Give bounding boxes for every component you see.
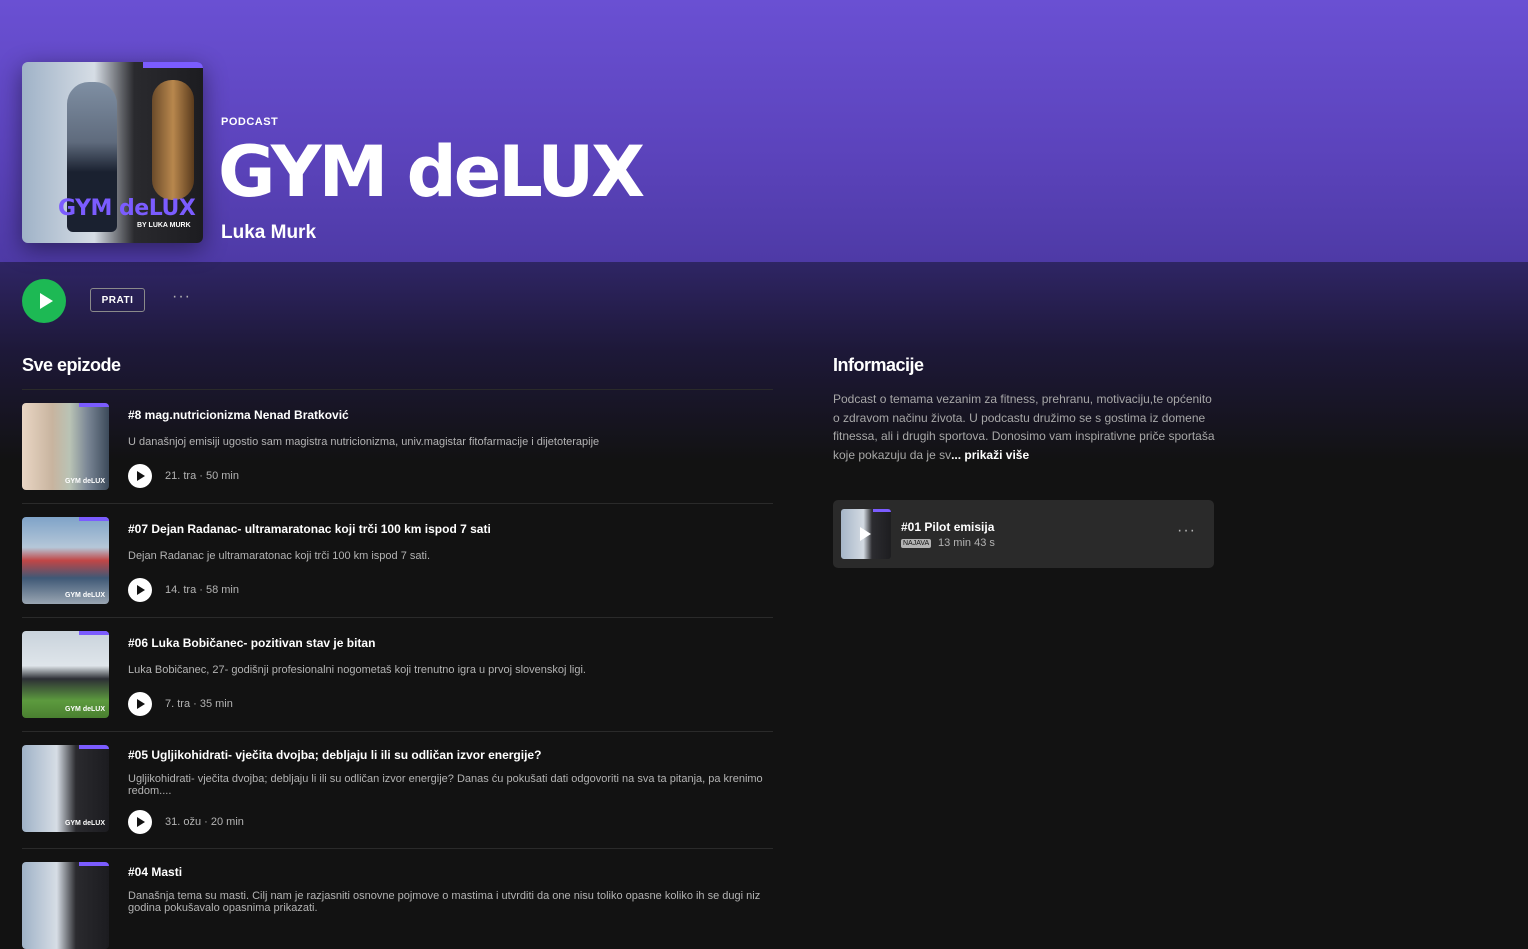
episode-thumbnail: GYM deLUX xyxy=(22,745,109,832)
thumbnail-accent xyxy=(79,862,109,866)
episode-thumbnail: GYM deLUX xyxy=(22,403,109,490)
episode-thumbnail xyxy=(22,862,109,949)
episode-row[interactable]: GYM deLUX #06 Luka Bobičanec- pozitivan … xyxy=(22,617,773,731)
play-icon xyxy=(137,817,145,827)
thumbnail-accent xyxy=(79,403,109,407)
episode-meta: 14. tra · 58 min xyxy=(165,584,239,596)
featured-episode-card[interactable]: #01 Pilot emisija NAJAVA 13 min 43 s ··· xyxy=(833,500,1214,568)
cover-accent-bar xyxy=(143,62,203,68)
podcast-title: GYM deLUX xyxy=(218,131,645,213)
cover-microphone xyxy=(152,80,194,200)
play-icon xyxy=(137,699,145,709)
trailer-badge: NAJAVA xyxy=(901,539,932,548)
play-icon xyxy=(137,471,145,481)
episode-play-button[interactable] xyxy=(128,578,152,602)
episode-title[interactable]: #05 Ugljikohidrati- vječita dvojba; debl… xyxy=(128,748,541,762)
episode-title[interactable]: #04 Masti xyxy=(128,865,182,879)
thumbnail-logo: GYM deLUX xyxy=(64,592,105,599)
episode-title[interactable]: #06 Luka Bobičanec- pozitivan stav je bi… xyxy=(128,636,375,650)
featured-episode-duration: 13 min 43 s xyxy=(938,537,995,549)
featured-episode-title[interactable]: #01 Pilot emisija xyxy=(901,520,994,534)
episode-meta: 31. ožu · 20 min xyxy=(165,816,244,828)
thumbnail-accent xyxy=(79,517,109,521)
play-button[interactable] xyxy=(22,279,66,323)
cover-logo: GYM deLUX xyxy=(58,196,196,221)
episodes-heading: Sve epizode xyxy=(22,355,121,375)
info-heading: Informacije xyxy=(833,355,924,375)
featured-episode-thumbnail[interactable] xyxy=(841,509,891,559)
podcast-cover: GYM deLUX BY LUKA MURK xyxy=(22,62,203,243)
episode-title[interactable]: #07 Dejan Radanac- ultramaratonac koji t… xyxy=(128,522,491,536)
episode-row[interactable]: GYM deLUX #8 mag.nutricionizma Nenad Bra… xyxy=(22,389,773,503)
play-icon xyxy=(860,527,871,541)
podcast-author[interactable]: Luka Murk xyxy=(221,222,316,244)
episode-list: GYM deLUX #8 mag.nutricionizma Nenad Bra… xyxy=(22,389,773,949)
play-icon xyxy=(137,585,145,595)
podcast-description: Podcast o temama vezanim za fitness, pre… xyxy=(833,390,1218,464)
thumbnail-accent xyxy=(79,631,109,635)
episode-row[interactable]: GYM deLUX #07 Dejan Radanac- ultramarato… xyxy=(22,503,773,617)
thumbnail-logo: GYM deLUX xyxy=(64,820,105,827)
episode-play-button[interactable] xyxy=(128,810,152,834)
episode-row[interactable]: #04 Masti Današnja tema su masti. Cilj n… xyxy=(22,848,773,949)
content-type-label: PODCAST xyxy=(221,116,279,128)
thumbnail-accent xyxy=(79,745,109,749)
episode-description: Današnja tema su masti. Cilj nam je razj… xyxy=(128,890,761,914)
show-more-link[interactable]: ... prikaži više xyxy=(951,448,1029,462)
thumbnail-accent xyxy=(873,509,891,512)
episode-play-button[interactable] xyxy=(128,464,152,488)
episode-description: U današnjoj emisiji ugostio sam magistra… xyxy=(128,436,600,448)
episode-thumbnail: GYM deLUX xyxy=(22,631,109,718)
episode-meta: 21. tra · 50 min xyxy=(165,470,239,482)
episode-play-button[interactable] xyxy=(128,692,152,716)
episode-meta: 7. tra · 35 min xyxy=(165,698,233,710)
thumbnail-logo: GYM deLUX xyxy=(64,478,105,485)
episode-title[interactable]: #8 mag.nutricionizma Nenad Bratković xyxy=(128,408,349,422)
episode-description: Dejan Radanac je ultramaratonac koji trč… xyxy=(128,550,431,562)
thumbnail-logo: GYM deLUX xyxy=(64,706,105,713)
episode-description: Ugljikohidrati- vječita dvojba; debljaju… xyxy=(128,773,763,797)
play-icon xyxy=(39,293,53,309)
episode-thumbnail: GYM deLUX xyxy=(22,517,109,604)
episode-description: Luka Bobičanec, 27- godišnji profesional… xyxy=(128,664,586,676)
more-icon[interactable]: ··· xyxy=(1177,522,1196,540)
cover-byline: BY LUKA MURK xyxy=(137,222,191,229)
follow-button[interactable]: PRATI xyxy=(90,288,145,312)
episode-row[interactable]: GYM deLUX #05 Ugljikohidrati- vječita dv… xyxy=(22,731,773,848)
more-options-button[interactable]: ··· xyxy=(172,288,191,306)
